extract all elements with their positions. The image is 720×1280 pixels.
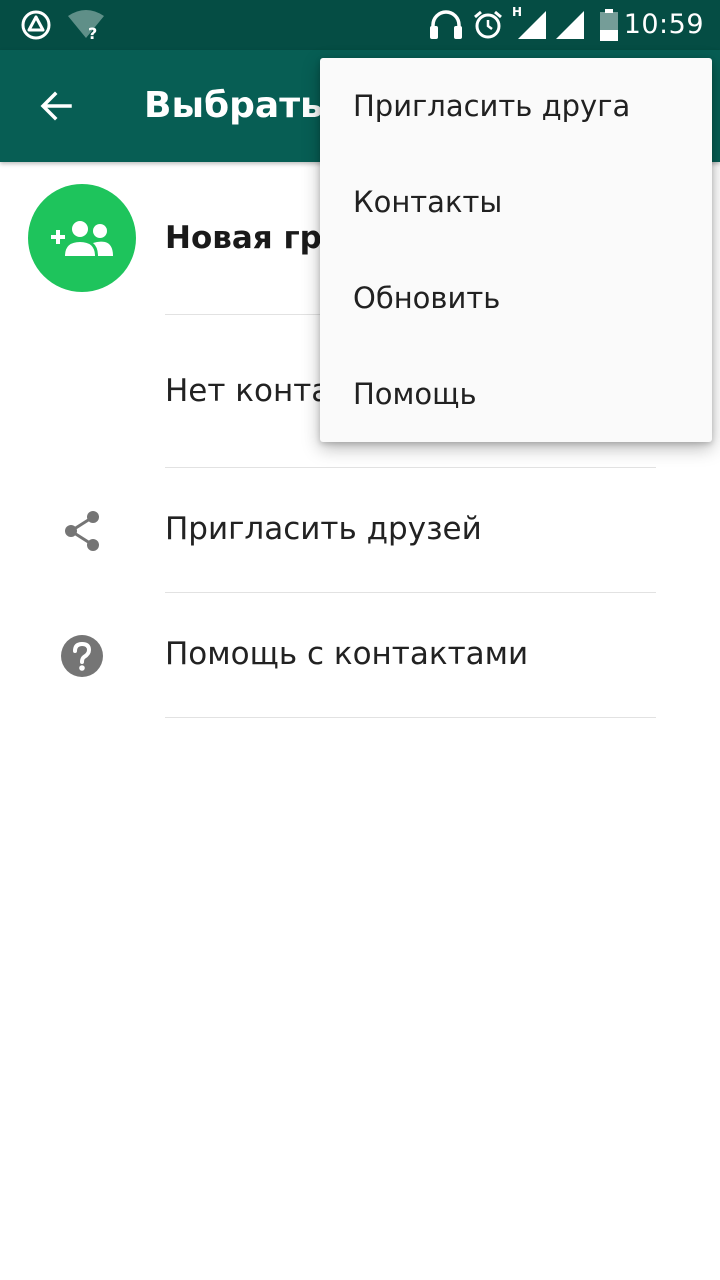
new-group-label: Новая гру — [165, 220, 343, 256]
overflow-menu: Пригласить друга Контакты Обновить Помощ… — [320, 58, 712, 442]
menu-item-invite-friend[interactable]: Пригласить друга — [320, 58, 712, 154]
svg-text:?: ? — [88, 24, 97, 42]
network-type-label: H — [512, 5, 523, 19]
back-button[interactable] — [24, 72, 88, 140]
signal-icon: H — [512, 0, 548, 50]
no-contacts-label: Нет конта — [165, 373, 331, 409]
headset-icon — [428, 0, 464, 50]
signal-icon — [554, 0, 586, 50]
contacts-help-label: Помощь с контактами — [165, 636, 529, 672]
new-group-avatar — [28, 184, 136, 292]
help-icon — [56, 630, 108, 682]
battery-icon — [598, 0, 620, 50]
share-icon — [56, 505, 108, 557]
menu-item-refresh[interactable]: Обновить — [320, 250, 712, 346]
page-title: Выбрать — [144, 85, 323, 126]
wifi-unknown-icon: ? — [66, 0, 106, 50]
alarm-icon — [472, 0, 504, 50]
divider — [165, 717, 656, 718]
status-bar: ? H 10:59 — [0, 0, 720, 50]
app-triangle-icon — [20, 0, 52, 50]
menu-item-contacts[interactable]: Контакты — [320, 154, 712, 250]
add-group-icon — [51, 221, 113, 256]
arrow-left-icon — [40, 91, 72, 121]
status-time: 10:59 — [623, 9, 704, 40]
screen: ? H 10:59 Выбрать Новая гру Нет конта Пр… — [0, 0, 720, 1280]
menu-item-help[interactable]: Помощь — [320, 346, 712, 442]
invite-friends-label: Пригласить друзей — [165, 511, 482, 547]
